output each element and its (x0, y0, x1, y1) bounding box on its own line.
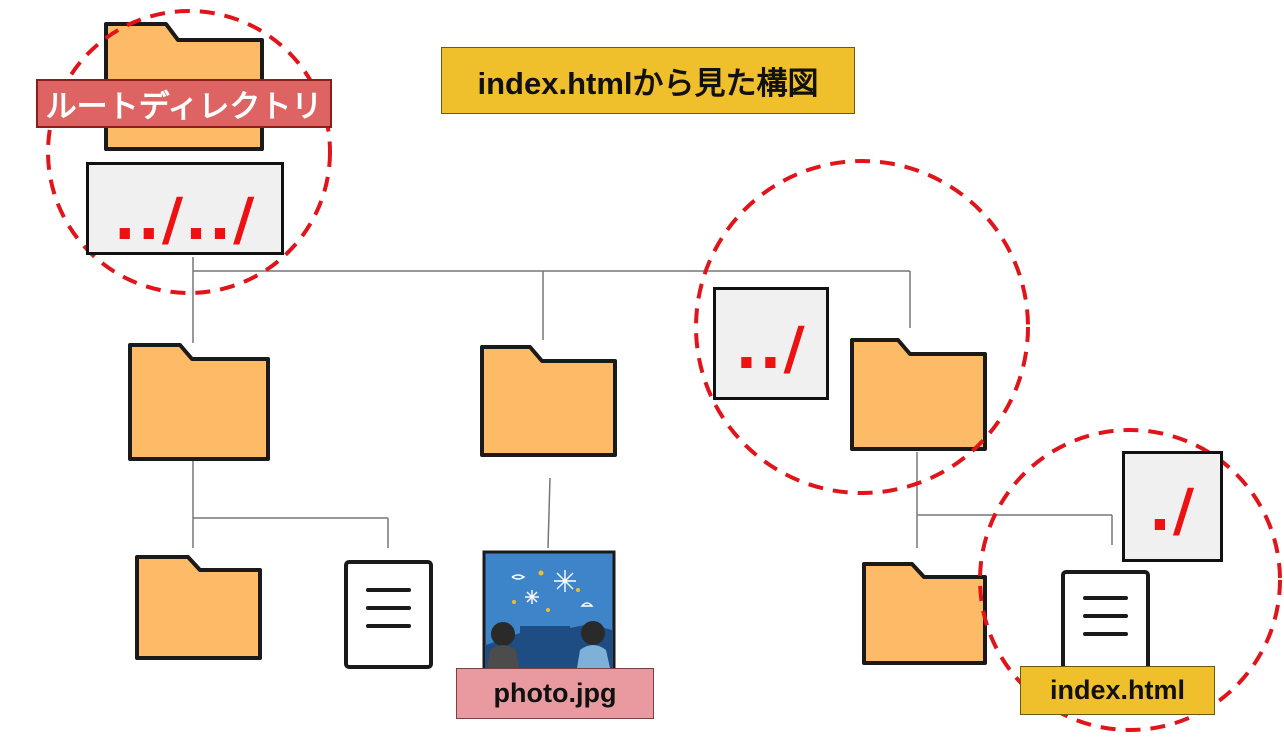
folder-icon (128, 343, 270, 461)
document-icon (344, 560, 433, 669)
current-relative-path: ./ (1122, 451, 1223, 562)
parent-relative-path: ../ (713, 287, 829, 400)
photo-thumbnail (482, 550, 616, 672)
root-directory-label: ルートディレクトリ (36, 79, 332, 128)
photo-file-label: photo.jpg (456, 668, 654, 719)
index-document-icon (1061, 570, 1150, 676)
folder-icon (862, 562, 987, 665)
root-relative-path: ../../ (86, 162, 284, 255)
folder-icon (480, 345, 617, 457)
parent-folder-icon (850, 338, 987, 451)
index-file-label: index.html (1020, 666, 1215, 715)
folder-icon (135, 555, 262, 660)
diagram-title: index.htmlから見た構図 (441, 47, 855, 114)
